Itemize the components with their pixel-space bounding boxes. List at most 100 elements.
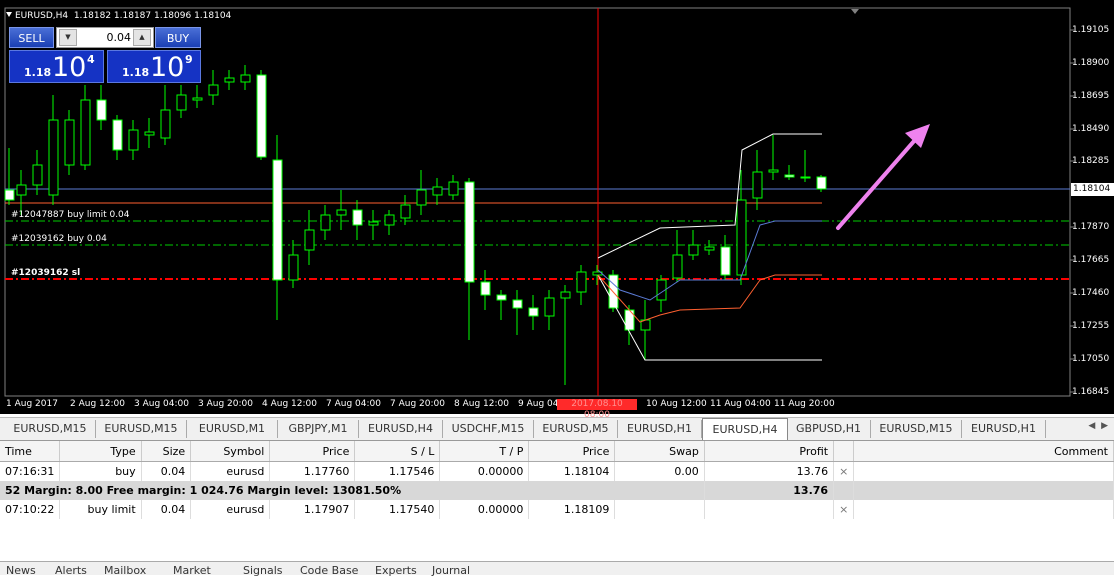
price-axis-label: 1.17050	[1072, 354, 1110, 364]
cell-sl: 1.17546	[354, 461, 441, 481]
order-label-buy-limit[interactable]: #12047887 buy limit 0.04	[11, 210, 130, 220]
order-label-buy[interactable]: #12039162 buy 0.04	[11, 234, 107, 244]
candle-body	[752, 171, 763, 199]
table-row[interactable]: 07:16:31 buy 0.04 eurusd 1.17760 1.17546…	[0, 461, 1114, 481]
terminal-tabs: News Alerts Mailbox Market Signals Code …	[0, 561, 1114, 577]
candle-body	[432, 186, 443, 196]
scroll-right-icon[interactable]: ▶	[1101, 421, 1108, 431]
price-axis-label: 1.17665	[1072, 255, 1110, 265]
col-type-header[interactable]: Type	[59, 441, 142, 462]
candle-body	[48, 119, 59, 196]
dropdown-triangle-icon[interactable]	[6, 12, 12, 17]
candle-body	[224, 77, 235, 83]
chart-tab[interactable]: EURUSD,M15	[96, 420, 187, 438]
tab-market[interactable]: Market	[173, 564, 211, 577]
cell-symbol: eurusd	[190, 461, 271, 481]
lot-stepper[interactable]: ▼ 0.04 ▲	[56, 27, 154, 48]
chart-tab[interactable]: EURUSD,H1	[618, 420, 702, 438]
candle-body	[688, 244, 699, 256]
scroll-left-icon[interactable]: ◀	[1088, 421, 1095, 431]
candle-body	[288, 254, 299, 281]
candle-body	[128, 129, 139, 151]
tab-alerts[interactable]: Alerts	[55, 564, 87, 577]
tab-news[interactable]: News	[6, 564, 36, 577]
sell-button[interactable]: SELL	[9, 27, 54, 48]
candle-body	[32, 164, 43, 186]
cell-symbol: eurusd	[190, 500, 271, 519]
cell-time: 07:16:31	[0, 461, 61, 481]
chart-tab[interactable]: EURUSD,M5	[534, 420, 618, 438]
sell-price-box[interactable]: 1.18 10 4	[9, 50, 104, 83]
cell-tp: 0.00000	[439, 500, 530, 519]
chart-tab[interactable]: EURUSD,M15	[871, 420, 962, 438]
order-label-stop-loss[interactable]: #12039162 sl	[11, 268, 80, 278]
col-comment-header[interactable]: Comment	[853, 441, 1114, 462]
candle-body	[336, 209, 347, 216]
price-axis-label: 1.17460	[1072, 288, 1110, 298]
close-order-icon[interactable]: ×	[833, 500, 855, 519]
lot-decrease-icon[interactable]: ▼	[59, 29, 77, 46]
tab-journal[interactable]: Journal	[432, 564, 470, 577]
lot-increase-icon[interactable]: ▲	[133, 29, 151, 46]
candle-body	[176, 94, 187, 111]
price-axis-label: 1.17255	[1072, 321, 1110, 331]
time-axis-label: 2 Aug 12:00	[70, 399, 125, 409]
candle-body	[528, 307, 539, 317]
price-chart[interactable]: EURUSD,H4 1.18182 1.18187 1.18096 1.1810…	[0, 0, 1114, 420]
cell-size: 0.04	[141, 500, 192, 519]
col-symbol-header[interactable]: Symbol	[190, 441, 271, 462]
cell-sl: 1.17540	[354, 500, 441, 519]
col-profit-header[interactable]: Profit	[704, 441, 835, 462]
time-axis-label: 11 Aug 20:00	[774, 399, 835, 409]
tab-code-base[interactable]: Code Base	[300, 564, 358, 577]
table-row[interactable]: 07:10:22 buy limit 0.04 eurusd 1.17907 1…	[0, 500, 1114, 519]
candle-body	[672, 254, 683, 279]
buy-price-box[interactable]: 1.18 10 9	[107, 50, 201, 83]
buy-button[interactable]: BUY	[155, 27, 201, 48]
buy-price-main: 10	[150, 52, 185, 83]
candle-body	[208, 84, 219, 96]
chart-tab[interactable]: GBPJPY,M1	[278, 420, 359, 438]
channel-mid-line	[597, 220, 822, 301]
price-axis-label: 1.18900	[1072, 58, 1110, 68]
cell-price: 1.17760	[269, 461, 356, 481]
col-size-header[interactable]: Size	[141, 441, 192, 462]
close-order-icon[interactable]: ×	[833, 461, 855, 481]
tab-experts[interactable]: Experts	[375, 564, 417, 577]
sell-price-prefix: 1.18	[24, 66, 52, 79]
tab-signals[interactable]: Signals	[243, 564, 283, 577]
annotation-arrow-line	[836, 130, 924, 230]
candle-body	[416, 189, 427, 206]
col-tp-header[interactable]: T / P	[439, 441, 530, 462]
col-sl-header[interactable]: S / L	[354, 441, 441, 462]
chart-tab[interactable]: GBPUSD,H1	[787, 420, 871, 438]
time-axis-label: 10 Aug 12:00	[646, 399, 707, 409]
candle-body	[64, 119, 75, 166]
candle-body	[368, 221, 379, 226]
chart-tab[interactable]: EURUSD,H1	[962, 420, 1046, 438]
candle-body	[544, 297, 555, 317]
chart-tab[interactable]: USDCHF,M15	[443, 420, 534, 438]
price-axis-label: 1.18695	[1072, 91, 1110, 101]
cell-swap	[614, 500, 705, 519]
candle-body	[256, 74, 267, 158]
tab-mailbox[interactable]: Mailbox	[104, 564, 146, 577]
time-axis-label: 3 Aug 04:00	[134, 399, 189, 409]
time-axis-label: 7 Aug 20:00	[390, 399, 445, 409]
candle-body	[800, 176, 811, 179]
time-axis-label: 3 Aug 20:00	[198, 399, 253, 409]
col-price-header[interactable]: Price	[269, 441, 356, 462]
col-swap-header[interactable]: Swap	[614, 441, 705, 462]
candle-body	[272, 159, 283, 281]
time-axis-label: 11 Aug 04:00	[710, 399, 771, 409]
chart-tab[interactable]: EURUSD,M1	[187, 420, 278, 438]
candle-body	[160, 109, 171, 139]
candle-body	[384, 214, 395, 226]
col-current-price-header[interactable]: Price	[528, 441, 616, 462]
chart-tab-active[interactable]: EURUSD,H4	[702, 418, 788, 440]
lot-input[interactable]: 0.04	[79, 28, 132, 47]
col-time-header[interactable]: Time	[0, 441, 61, 462]
chart-tab[interactable]: EURUSD,M15	[5, 420, 96, 438]
chart-tab[interactable]: EURUSD,H4	[359, 420, 443, 438]
shift-marker-icon	[851, 9, 859, 14]
